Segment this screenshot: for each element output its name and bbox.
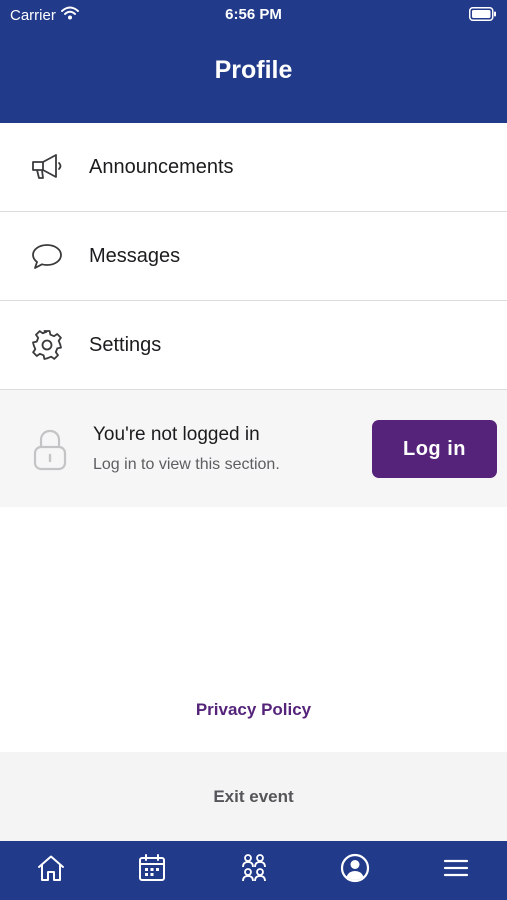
home-icon xyxy=(36,854,66,887)
tab-home[interactable] xyxy=(0,841,101,900)
menu-icon xyxy=(443,857,469,884)
chat-bubble-icon xyxy=(29,238,65,274)
profile-menu: Announcements Messages Settings xyxy=(0,123,507,390)
megaphone-icon xyxy=(29,149,65,185)
menu-item-label: Messages xyxy=(89,244,181,267)
header: Profile xyxy=(0,30,507,123)
menu-item-label: Settings xyxy=(89,333,162,356)
people-icon xyxy=(239,853,269,888)
log-in-button[interactable]: Log in xyxy=(372,420,497,478)
status-time: 6:56 PM xyxy=(225,6,282,23)
gear-icon xyxy=(29,327,65,363)
battery-icon xyxy=(469,7,497,25)
tab-bar xyxy=(0,841,507,900)
menu-item-announcements[interactable]: Announcements xyxy=(0,123,507,212)
exit-event-label: Exit event xyxy=(213,786,294,806)
tab-profile[interactable] xyxy=(304,841,405,900)
privacy-policy-link[interactable]: Privacy Policy xyxy=(0,700,507,720)
tab-calendar[interactable] xyxy=(101,841,202,900)
tab-menu[interactable] xyxy=(406,841,507,900)
calendar-icon xyxy=(138,854,166,887)
page-title: Profile xyxy=(214,56,293,84)
menu-item-label: Announcements xyxy=(89,155,234,178)
login-prompt-card: You're not logged in Log in to view this… xyxy=(0,390,507,507)
lock-icon xyxy=(33,429,67,476)
menu-item-settings[interactable]: Settings xyxy=(0,301,507,390)
menu-item-messages[interactable]: Messages xyxy=(0,212,507,301)
login-prompt-title: You're not logged in xyxy=(93,424,260,445)
login-prompt-subtitle: Log in to view this section. xyxy=(93,456,280,473)
status-bar: Carrier 6:56 PM xyxy=(0,0,507,30)
exit-event-button[interactable]: Exit event xyxy=(0,752,507,841)
profile-icon xyxy=(340,853,370,888)
tab-people[interactable] xyxy=(203,841,304,900)
